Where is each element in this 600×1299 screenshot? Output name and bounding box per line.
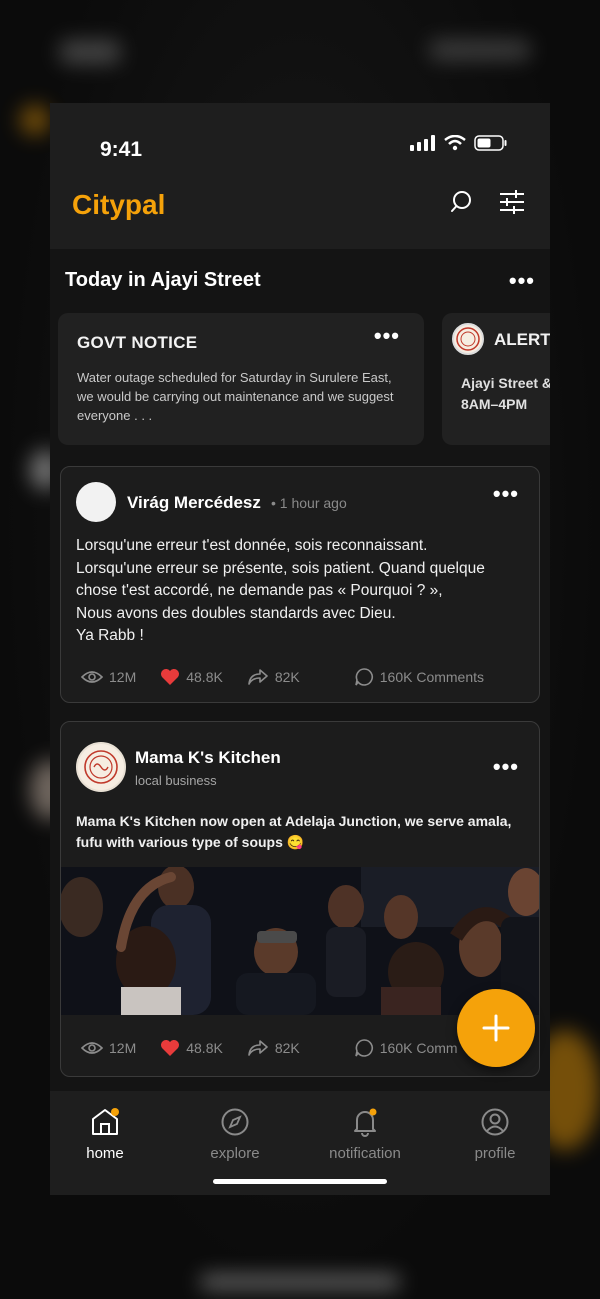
nav-label: profile bbox=[474, 1145, 516, 1162]
post-stats: 12M 48.8K 82K 160K Comm bbox=[81, 1038, 519, 1058]
post-text-line: Lorsqu'une erreur t'est donnée, sois rec… bbox=[76, 537, 428, 554]
nav-label: home bbox=[86, 1145, 124, 1162]
section-title: Today in Ajayi Street bbox=[65, 269, 261, 291]
app-bar: Citypal bbox=[50, 189, 550, 249]
like-button[interactable]: 48.8K bbox=[160, 1039, 223, 1057]
post-time: • 1 hour ago bbox=[271, 495, 347, 511]
post-author[interactable]: Mama K's Kitchen bbox=[135, 748, 281, 768]
plus-icon bbox=[482, 1014, 510, 1042]
views-stat: 12M bbox=[81, 669, 136, 685]
notice-card-alert[interactable]: ALERT Ajayi Street & 8AM–4PM bbox=[442, 313, 550, 445]
backdrop-blur-shape bbox=[60, 40, 120, 64]
alert-avatar bbox=[452, 323, 484, 355]
post-author[interactable]: Virág Mercédesz bbox=[127, 493, 261, 513]
post-text-line: Ya Rabb ! bbox=[76, 627, 144, 644]
kitchen-logo-icon bbox=[456, 327, 480, 351]
app-logo: Citypal bbox=[72, 189, 166, 220]
kitchen-logo-icon bbox=[84, 750, 118, 784]
nav-item-home[interactable]: home bbox=[50, 1107, 160, 1162]
share-arrow-icon bbox=[248, 669, 268, 685]
post-time-value: 1 hour ago bbox=[279, 495, 347, 511]
wifi-icon bbox=[444, 135, 466, 151]
status-bar: 9:41 bbox=[50, 103, 550, 189]
compass-icon bbox=[221, 1108, 249, 1136]
battery-icon bbox=[474, 135, 507, 151]
more-dots-icon[interactable]: ••• bbox=[493, 483, 519, 505]
more-dots-icon[interactable]: ••• bbox=[509, 269, 535, 291]
heart-icon bbox=[161, 669, 180, 685]
signal-icon bbox=[410, 135, 435, 151]
more-dots-icon[interactable]: ••• bbox=[493, 756, 519, 778]
backdrop-blur-shape bbox=[430, 40, 530, 60]
comments-count: 160K Comm bbox=[379, 1040, 458, 1056]
post-stats: 12M 48.8K 82K 160K Comments bbox=[81, 667, 519, 687]
section-header: Today in Ajayi Street ••• bbox=[65, 269, 535, 292]
home-indicator[interactable] bbox=[213, 1179, 387, 1184]
nav-label: explore bbox=[210, 1145, 260, 1162]
shares-count: 82K bbox=[274, 1040, 300, 1056]
notice-title: GOVT NOTICE bbox=[77, 333, 198, 352]
post-text-line: Nous avons des doubles standards avec Di… bbox=[76, 604, 396, 622]
share-arrow-icon bbox=[248, 1040, 268, 1056]
backdrop-blur-shape bbox=[20, 105, 50, 135]
post-text: Lorsqu'une erreur t'est donnée, sois rec… bbox=[76, 535, 526, 648]
sliders-icon[interactable] bbox=[498, 189, 526, 215]
bottom-navigation: home explore notification profile bbox=[50, 1091, 550, 1195]
nav-item-explore[interactable]: explore bbox=[180, 1107, 290, 1162]
more-dots-icon[interactable]: ••• bbox=[374, 325, 400, 347]
notice-card-govt[interactable]: GOVT NOTICE ••• Water outage scheduled f… bbox=[58, 313, 424, 445]
app-bar-actions bbox=[450, 189, 526, 215]
nav-item-notification[interactable]: notification bbox=[310, 1107, 420, 1162]
likes-count: 48.8K bbox=[186, 1040, 223, 1056]
heart-icon bbox=[161, 1040, 180, 1056]
likes-count: 48.8K bbox=[186, 669, 223, 685]
notice-body: Ajayi Street & 8AM–4PM bbox=[461, 375, 550, 412]
views-count: 12M bbox=[109, 669, 137, 685]
comment-bubble-icon bbox=[354, 668, 373, 686]
user-icon bbox=[481, 1108, 509, 1136]
comment-bubble-icon bbox=[354, 1039, 373, 1057]
share-button[interactable]: 82K bbox=[247, 668, 300, 686]
notice-carousel[interactable]: GOVT NOTICE ••• Water outage scheduled f… bbox=[58, 313, 550, 445]
shares-count: 82K bbox=[274, 669, 300, 685]
home-icon bbox=[92, 1108, 119, 1135]
post-photo[interactable] bbox=[61, 867, 539, 1015]
views-count: 12M bbox=[109, 1040, 137, 1056]
add-post-button[interactable] bbox=[457, 989, 535, 1067]
avatar[interactable] bbox=[76, 482, 116, 522]
search-icon[interactable] bbox=[450, 189, 476, 215]
like-button[interactable]: 48.8K bbox=[160, 668, 223, 686]
notice-body: Water outage scheduled for Saturday in S… bbox=[77, 370, 394, 423]
comments-button[interactable]: 160K Comm bbox=[354, 1038, 458, 1058]
views-stat: 12M bbox=[81, 1040, 136, 1056]
share-button[interactable]: 82K bbox=[247, 1039, 300, 1057]
comments-button[interactable]: 160K Comments bbox=[354, 667, 484, 687]
post-card[interactable]: Virág Mercédesz • 1 hour ago ••• Lorsqu'… bbox=[60, 466, 540, 703]
post-text-line: chose t'est accordé, ne demande pas « Po… bbox=[76, 582, 443, 599]
business-avatar[interactable] bbox=[76, 742, 126, 792]
eye-icon bbox=[81, 671, 103, 683]
backdrop-blur-shape bbox=[200, 1275, 400, 1289]
nav-item-profile[interactable]: profile bbox=[440, 1107, 550, 1162]
status-time: 9:41 bbox=[100, 138, 143, 161]
bell-icon bbox=[354, 1108, 377, 1137]
phone-screen: 9:41 Citypal Today in Ajayi Street ••• G… bbox=[50, 103, 550, 1195]
post-text: Mama K's Kitchen now open at Adelaja Jun… bbox=[76, 813, 512, 850]
notice-title: ALERT bbox=[494, 330, 550, 349]
status-icons bbox=[410, 135, 508, 151]
party-photo bbox=[61, 867, 539, 1015]
post-text-line: Lorsqu'une erreur se présente, sois pati… bbox=[76, 559, 485, 577]
comments-count: 160K Comments bbox=[379, 669, 485, 685]
nav-label: notification bbox=[329, 1145, 401, 1162]
eye-icon bbox=[81, 1042, 103, 1054]
business-category: local business bbox=[135, 773, 217, 788]
